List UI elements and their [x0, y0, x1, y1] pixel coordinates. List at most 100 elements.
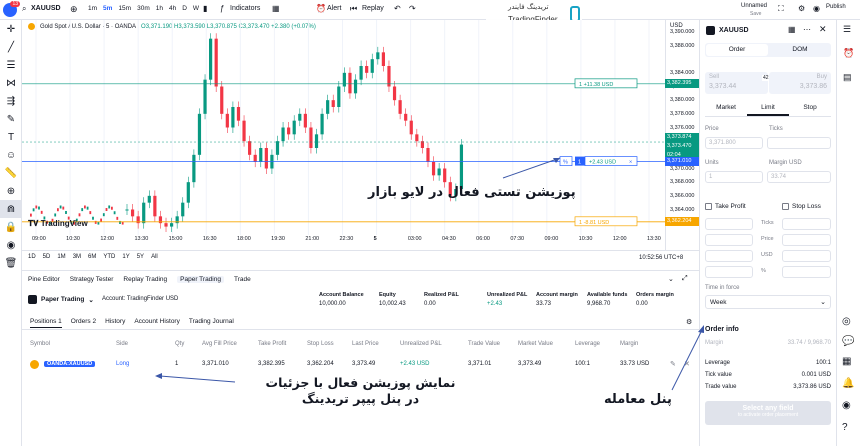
- search-icon[interactable]: ⌕: [22, 4, 26, 14]
- layout-icon[interactable]: ▦: [272, 4, 280, 13]
- range-1Y[interactable]: 1Y: [122, 254, 129, 260]
- brush-icon[interactable]: ✎: [0, 110, 22, 128]
- ruler-icon[interactable]: 📏: [0, 164, 22, 182]
- symbol-search[interactable]: XAUUSD: [31, 5, 61, 12]
- cell-0[interactable]: OANDA:XAUUSD: [44, 361, 96, 367]
- range-YTD[interactable]: YTD: [103, 254, 115, 260]
- close-icon[interactable]: ✕: [819, 24, 827, 35]
- tab-dom[interactable]: DOM: [769, 43, 831, 57]
- interval-W[interactable]: W: [193, 5, 199, 12]
- entry-label-tag[interactable]: % 1 +2.43 USD ×: [559, 156, 638, 166]
- watchlist-icon[interactable]: ☰: [843, 24, 851, 35]
- buy-button[interactable]: Buy 3,373.86: [769, 72, 831, 94]
- notifications-icon[interactable]: 🔔: [842, 378, 854, 389]
- maximize-icon[interactable]: ⤢: [682, 275, 688, 283]
- trash-icon[interactable]: 🗑: [0, 254, 22, 272]
- publish-button[interactable]: Publish: [826, 4, 846, 10]
- settings-icon[interactable]: ⚙: [798, 4, 805, 13]
- range-5D[interactable]: 5D: [43, 254, 51, 260]
- undo-icon[interactable]: ↶: [394, 4, 401, 13]
- ticks-input[interactable]: [767, 137, 831, 149]
- cell-5[interactable]: 3,362.204: [307, 361, 334, 367]
- sl-label-tag[interactable]: 1 -8.81 USD: [574, 216, 638, 227]
- postab-2[interactable]: History: [105, 318, 125, 328]
- order-type-stop[interactable]: Stop: [789, 104, 831, 116]
- tab-pine-editor[interactable]: Pine Editor: [28, 276, 60, 283]
- postab-3[interactable]: Account History: [134, 318, 180, 328]
- range-1M[interactable]: 1M: [57, 254, 65, 260]
- streams-icon[interactable]: ◉: [842, 400, 851, 411]
- fullscreen-icon[interactable]: ⛶: [778, 4, 784, 14]
- add-symbol-icon[interactable]: ⊕: [70, 4, 78, 15]
- range-3M[interactable]: 3M: [73, 254, 81, 260]
- tab-paper-trading[interactable]: Paper Trading: [177, 276, 224, 283]
- tab-trade[interactable]: Trade: [234, 276, 251, 283]
- units-input[interactable]: 1: [705, 171, 763, 183]
- utc-clock[interactable]: 10:52:56 UTC+8: [639, 255, 683, 261]
- alert-icon[interactable]: ⏰: [316, 4, 326, 13]
- indicators-button[interactable]: Indicators: [230, 5, 260, 12]
- time-axis[interactable]: 09:00 10:30 12:00 13:30 15:00 16:30 18:00 19:30…: [22, 235, 699, 247]
- postab-0[interactable]: Positions 1: [30, 318, 62, 328]
- emoji-icon[interactable]: ☺: [0, 146, 22, 164]
- replay-icon[interactable]: ⏮: [350, 4, 357, 14]
- close-position-icon[interactable]: ✕: [684, 360, 690, 368]
- edit-icon[interactable]: ✎: [670, 360, 676, 368]
- calendar2-icon[interactable]: ▦: [842, 356, 851, 367]
- magnet-icon[interactable]: ⋒: [0, 200, 22, 218]
- price-chart[interactable]: 1 +11.38 USD 1 -8.81 USD % 1 +2.43 USD ×: [22, 20, 665, 235]
- interval-30m[interactable]: 30m: [137, 5, 150, 12]
- settings-icon[interactable]: ⚙: [686, 318, 692, 326]
- text-icon[interactable]: T: [0, 128, 22, 146]
- fib-icon[interactable]: ☰: [0, 56, 22, 74]
- entry-close-icon[interactable]: ×: [629, 160, 632, 166]
- help-icon[interactable]: ?: [842, 422, 848, 433]
- sl-field[interactable]: [782, 250, 831, 262]
- eye-icon[interactable]: ◉: [0, 236, 22, 254]
- alert-button[interactable]: Alert: [327, 5, 341, 12]
- broker-selector[interactable]: Paper Trading ⌄: [28, 295, 94, 304]
- sl-checkbox[interactable]: [782, 203, 789, 210]
- postab-4[interactable]: Trading Journal: [189, 318, 234, 328]
- range-1D[interactable]: 1D: [28, 254, 36, 260]
- zoom-icon[interactable]: ⊕: [0, 182, 22, 200]
- sl-field[interactable]: [782, 218, 831, 230]
- tp-field[interactable]: [705, 218, 753, 230]
- margin-input[interactable]: 33.74: [767, 171, 831, 183]
- redo-icon[interactable]: ↷: [409, 4, 416, 13]
- interval-D[interactable]: D: [182, 5, 187, 12]
- forecast-icon[interactable]: ⇶: [0, 92, 22, 110]
- camera-icon[interactable]: ◉: [813, 4, 820, 13]
- alerts-panel-icon[interactable]: ⏰: [843, 48, 854, 59]
- sell-button[interactable]: Sell 3,373.44: [705, 72, 768, 94]
- calendar-icon[interactable]: ▤: [843, 72, 852, 83]
- tif-select[interactable]: Week ⌄: [705, 295, 831, 309]
- crosshair-icon[interactable]: ✛: [0, 20, 22, 38]
- replay-button[interactable]: Replay: [362, 5, 384, 12]
- tp-label-tag[interactable]: 1 +11.38 USD: [574, 78, 638, 89]
- chevron-down-icon[interactable]: ⌄: [668, 275, 674, 283]
- tp-field[interactable]: [705, 266, 753, 278]
- postab-1[interactable]: Orders 2: [71, 318, 96, 328]
- more-icon[interactable]: ⋯: [803, 25, 811, 34]
- user-avatar[interactable]: 13: [3, 1, 20, 17]
- account-selector[interactable]: Account: TradingFinder USD: [102, 296, 178, 302]
- tp-field[interactable]: [705, 250, 753, 262]
- price-axis[interactable]: USD 3,390.0003,388.0003,384.0003,382.000…: [665, 20, 699, 250]
- range-6M[interactable]: 6M: [88, 254, 96, 260]
- chat-icon[interactable]: 💬: [842, 336, 854, 347]
- range-5Y[interactable]: 5Y: [137, 254, 144, 260]
- interval-15m[interactable]: 15m: [118, 5, 131, 12]
- tp-checkbox[interactable]: [705, 203, 712, 210]
- cell-4[interactable]: 3,382.395: [258, 361, 285, 367]
- candle-type-icon[interactable]: ▮: [203, 4, 207, 13]
- order-type-limit[interactable]: Limit: [747, 104, 789, 116]
- tab-order[interactable]: Order: [706, 44, 768, 56]
- interval-4h[interactable]: 4h: [169, 5, 176, 12]
- target-icon[interactable]: ◎: [842, 316, 851, 327]
- layout-name[interactable]: Unnamed: [741, 3, 767, 9]
- price-input[interactable]: 3,371.800: [705, 137, 763, 149]
- order-type-market[interactable]: Market: [705, 104, 747, 116]
- interval-1h[interactable]: 1h: [156, 5, 163, 12]
- trendline-icon[interactable]: ╱: [0, 38, 22, 56]
